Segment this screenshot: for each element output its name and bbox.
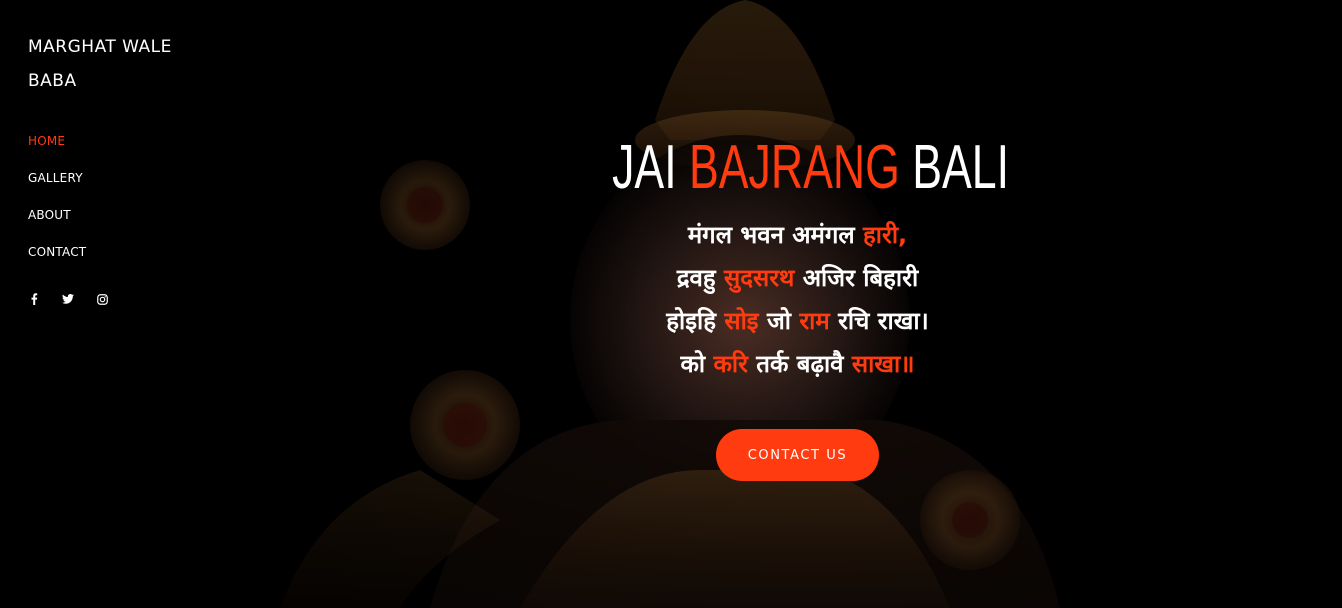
verse-highlight: करि (713, 350, 748, 378)
verse-highlight: साखा॥ (851, 350, 915, 378)
nav-link-about[interactable]: ABOUT (28, 208, 71, 222)
brand-line-2: BABA (28, 71, 77, 91)
verse-highlight: राम (799, 307, 830, 335)
verse-line-3: होइहि सोइ जो राम रचि राखा। (540, 300, 1055, 343)
hero-title-accent: BAJRANG (689, 133, 900, 202)
facebook-link[interactable] (28, 293, 40, 305)
nav-link-contact[interactable]: CONTACT (28, 245, 86, 259)
nav-item-home: HOME (28, 132, 218, 149)
verse-text: होइहि (666, 307, 725, 335)
nav-link-gallery[interactable]: GALLERY (28, 171, 83, 185)
nav-item-contact: CONTACT (28, 243, 218, 260)
verse-highlight: सोइ (724, 307, 759, 335)
hero-title-part1: JAI (612, 133, 690, 202)
verse-text: जो (758, 307, 800, 335)
social-links (28, 293, 218, 305)
verse-text: द्रवहु (676, 264, 724, 292)
sidebar: MARGHAT WALE BABA HOME GALLERY ABOUT CON… (28, 30, 218, 305)
nav-link-home[interactable]: HOME (28, 134, 65, 148)
verse-text: अजिर बिहारी (794, 264, 919, 292)
brand-line-1: MARGHAT WALE (28, 37, 172, 57)
hero-content: JAI BAJRANG BALI मंगल भवन अमंगल हारी, द्… (540, 130, 1055, 386)
nav-item-gallery: GALLERY (28, 169, 218, 186)
instagram-icon (96, 293, 108, 305)
hero-verse: मंगल भवन अमंगल हारी, द्रवहु सुदसरथ अजिर … (540, 214, 1055, 386)
hero-title: JAI BAJRANG BALI (612, 130, 1009, 206)
instagram-link[interactable] (96, 293, 108, 305)
page: MARGHAT WALE BABA HOME GALLERY ABOUT CON… (0, 0, 1342, 608)
facebook-icon (31, 293, 38, 305)
verse-highlight: सुदसरथ (724, 264, 795, 292)
verse-text: तर्क बढ़ावै (747, 350, 852, 378)
verse-line-2: द्रवहु सुदसरथ अजिर बिहारी (540, 257, 1055, 300)
verse-line-4: को करि तर्क बढ़ावै साखा॥ (540, 343, 1055, 386)
verse-text: को (680, 350, 714, 378)
verse-text: रचि राखा। (829, 307, 929, 335)
hero-title-part2: BALI (899, 133, 1010, 202)
verse-line-1: मंगल भवन अमंगल हारी, (540, 214, 1055, 257)
twitter-icon (62, 294, 74, 304)
twitter-link[interactable] (62, 293, 74, 305)
nav-item-about: ABOUT (28, 206, 218, 223)
site-brand[interactable]: MARGHAT WALE BABA (28, 30, 218, 98)
contact-us-button[interactable]: CONTACT US (716, 429, 879, 481)
verse-text: मंगल भवन अमंगल (687, 221, 864, 249)
verse-highlight: हारी, (863, 221, 908, 249)
main-nav: HOME GALLERY ABOUT CONTACT (28, 132, 218, 260)
